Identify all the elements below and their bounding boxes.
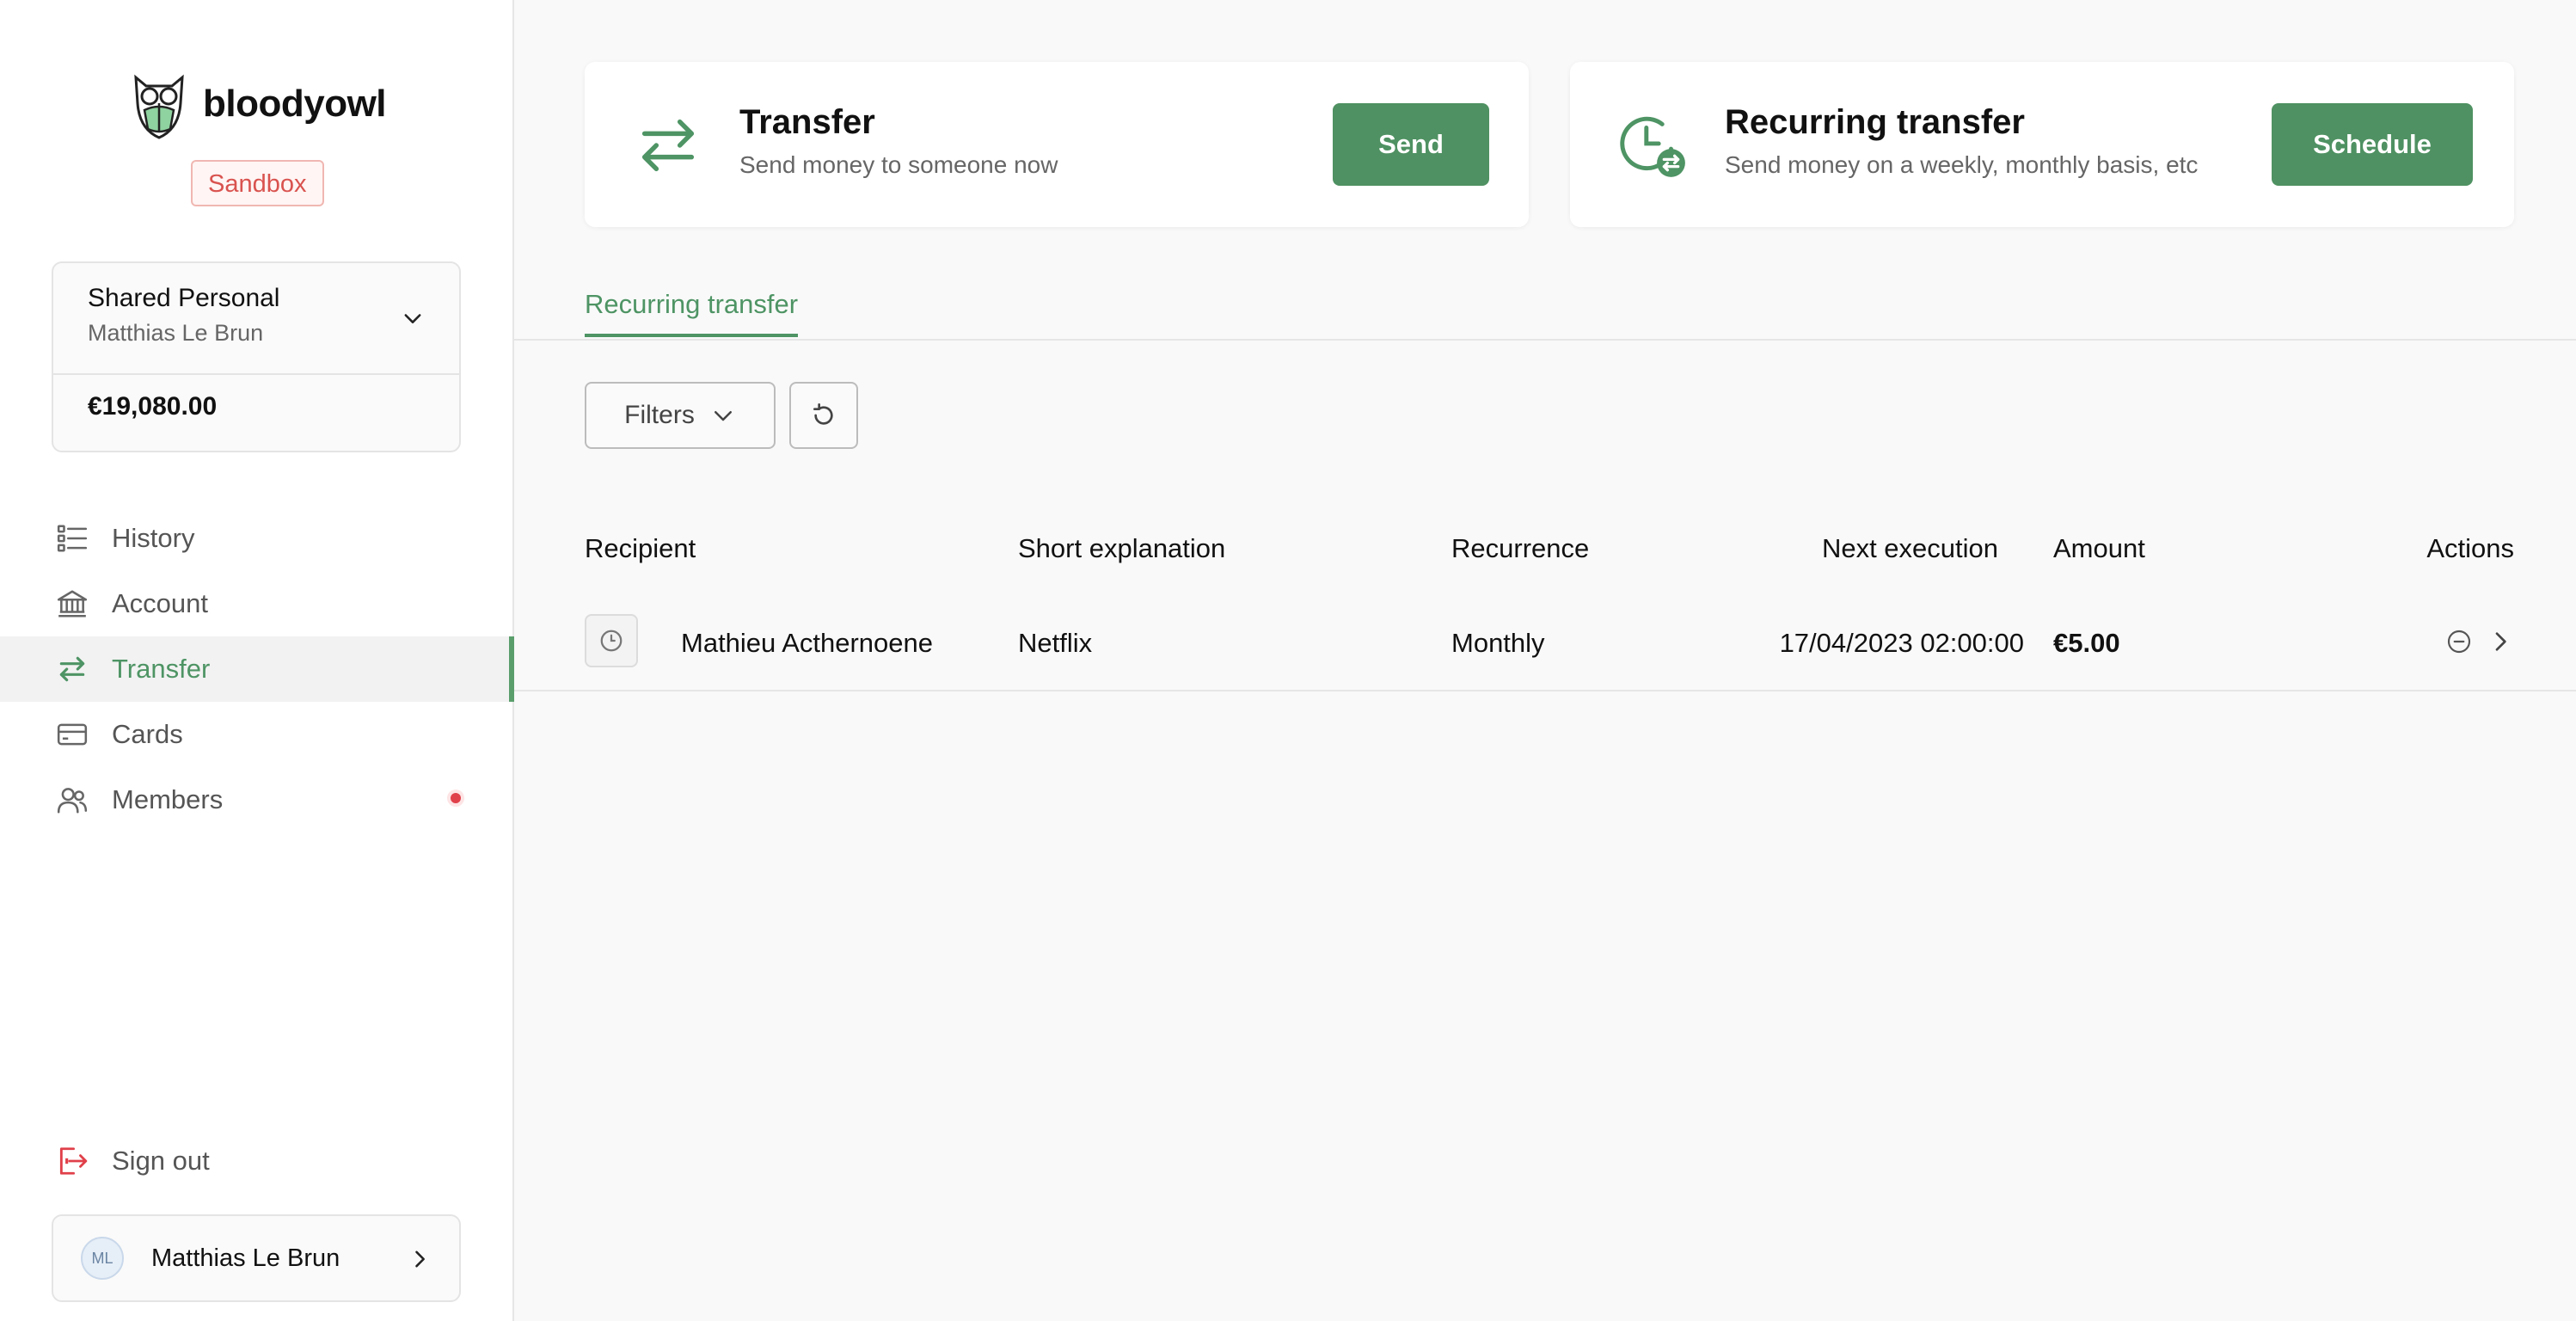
tab-recurring-transfer[interactable]: Recurring transfer xyxy=(585,280,799,337)
sign-out-label: Sign out xyxy=(112,1146,210,1176)
next-execution: 17/04/2023 02:00:00 xyxy=(1779,628,2024,658)
column-header-actions: Actions xyxy=(2426,533,2514,563)
environment-badge: Sandbox xyxy=(191,160,324,206)
column-header-explanation[interactable]: Short explanation xyxy=(1018,533,1225,564)
chevron-right-icon xyxy=(415,1250,425,1268)
column-header-recurrence[interactable]: Recurrence xyxy=(1451,533,1589,564)
sidebar-item-label: Cards xyxy=(112,719,183,749)
user-name: Matthias Le Brun xyxy=(151,1244,340,1272)
filters-label: Filters xyxy=(624,401,695,429)
sidebar: bloodyowl Sandbox Shared Personal Matthi… xyxy=(0,0,514,1321)
sidebar-item-cards[interactable]: Cards xyxy=(0,702,514,767)
sidebar-item-account[interactable]: Account xyxy=(0,571,514,636)
send-button[interactable]: Send xyxy=(1333,103,1489,186)
transfer-card: Transfer Send money to someone now Send xyxy=(585,62,1529,227)
clock-transfer-icon xyxy=(1620,116,1685,177)
clock-icon xyxy=(585,614,638,667)
sidebar-item-members[interactable]: Members xyxy=(0,767,514,833)
sign-out-icon xyxy=(55,1144,89,1178)
chevron-right-icon[interactable] xyxy=(2487,628,2514,655)
schedule-button[interactable]: Schedule xyxy=(2272,103,2473,186)
account-balance: €19,080.00 xyxy=(88,392,218,421)
column-header-next-execution[interactable]: Next execution xyxy=(1822,533,1998,564)
brand-name: bloodyowl xyxy=(203,83,387,125)
short-explanation: Netflix xyxy=(1018,628,1093,658)
column-header-recipient[interactable]: Recipient xyxy=(585,533,696,564)
column-header-amount[interactable]: Amount xyxy=(2053,533,2145,564)
cancel-circle-icon[interactable] xyxy=(2445,628,2473,655)
refresh-button[interactable] xyxy=(789,382,858,449)
owl-logo-icon xyxy=(134,74,184,139)
transfer-subtitle: Send money to someone now xyxy=(739,151,1058,178)
sidebar-nav: History Account Transfer Cards Members xyxy=(0,506,514,833)
account-name: Shared Personal xyxy=(88,284,280,312)
user-profile-button[interactable]: ML Matthias Le Brun xyxy=(52,1214,461,1302)
transfer-arrows-icon xyxy=(55,652,89,686)
list-icon xyxy=(55,521,89,556)
chevron-down-icon[interactable] xyxy=(401,306,425,330)
recurring-transfer-subtitle: Send money on a weekly, monthly basis, e… xyxy=(1725,151,2199,178)
transfer-title: Transfer xyxy=(739,103,875,141)
sidebar-item-label: Members xyxy=(112,784,224,814)
avatar: ML xyxy=(81,1237,124,1280)
refresh-icon xyxy=(813,403,833,425)
filters-button[interactable]: Filters xyxy=(585,382,776,449)
sidebar-item-label: Transfer xyxy=(112,654,211,684)
members-icon xyxy=(55,783,89,817)
chevron-down-icon xyxy=(714,411,732,421)
recurring-transfer-title: Recurring transfer xyxy=(1725,103,2025,141)
account-header[interactable]: Shared Personal Matthias Le Brun xyxy=(53,263,459,375)
recipient-name: Mathieu Acthernoene xyxy=(681,628,933,658)
account-switcher[interactable]: Shared Personal Matthias Le Brun €19,080… xyxy=(52,261,461,452)
sidebar-item-label: History xyxy=(112,523,195,553)
notification-dot xyxy=(451,793,461,803)
transfer-arrows-icon xyxy=(641,119,695,172)
table-row[interactable]: Mathieu Acthernoene Netflix Monthly 17/0… xyxy=(514,607,2576,691)
card-icon xyxy=(55,717,89,752)
sign-out-button[interactable]: Sign out xyxy=(0,1128,514,1194)
recurrence: Monthly xyxy=(1451,628,1545,658)
recurring-transfer-card: Recurring transfer Send money on a weekl… xyxy=(1570,62,2514,227)
tab-label: Recurring transfer xyxy=(585,289,799,319)
sidebar-item-history[interactable]: History xyxy=(0,506,514,571)
account-owner: Matthias Le Brun xyxy=(88,320,264,346)
amount: €5.00 xyxy=(2053,628,2120,658)
brand[interactable]: bloodyowl xyxy=(131,69,387,139)
bank-icon xyxy=(55,587,89,621)
sidebar-item-transfer[interactable]: Transfer xyxy=(0,636,514,702)
sidebar-item-label: Account xyxy=(112,588,209,618)
